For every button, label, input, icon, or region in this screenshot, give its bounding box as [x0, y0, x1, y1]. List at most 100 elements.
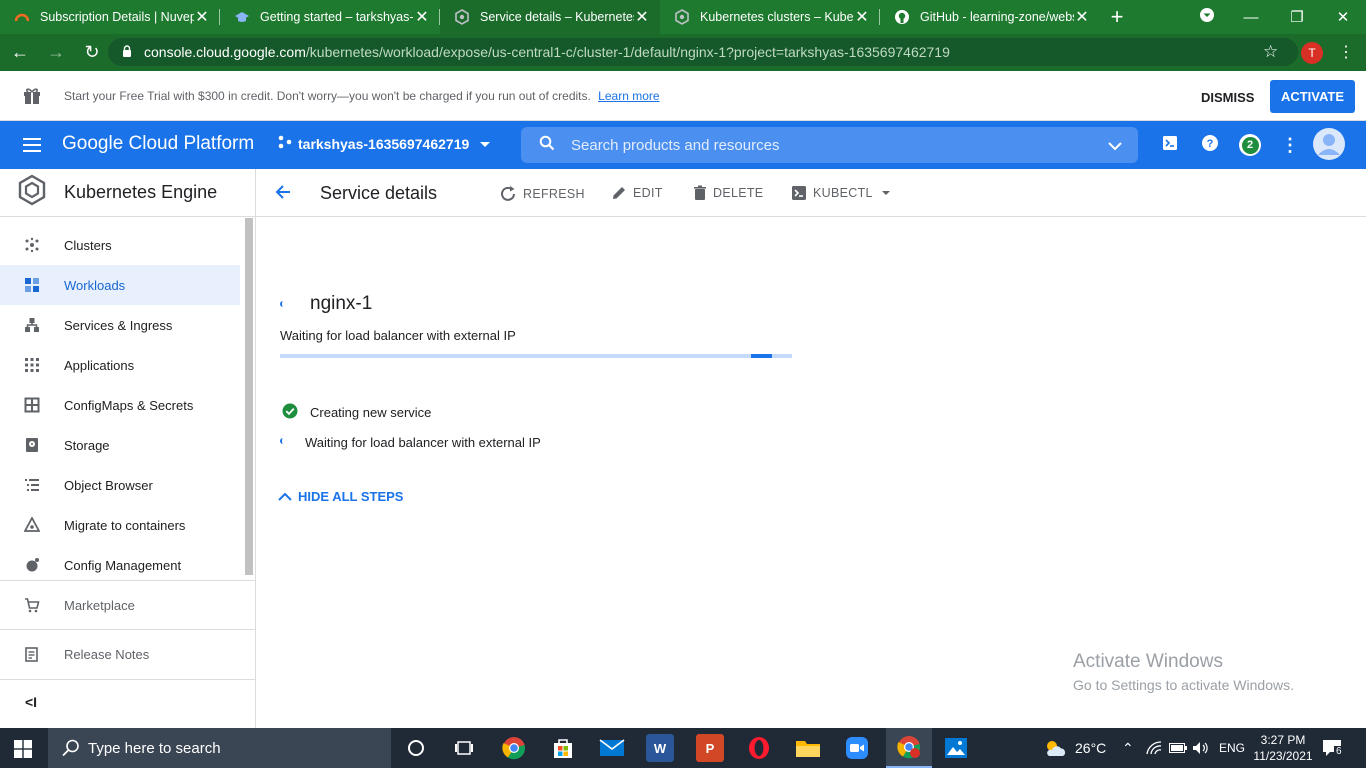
sidebar-item-release-notes[interactable]: Release Notes — [0, 630, 240, 678]
store-bag-icon — [554, 739, 572, 758]
sidebar-item-object-browser[interactable]: Object Browser — [0, 465, 240, 505]
sidebar-item-applications[interactable]: Applications — [0, 345, 240, 385]
start-button[interactable] — [14, 740, 32, 763]
taskbar-powerpoint[interactable]: P — [696, 734, 724, 762]
taskbar-chrome[interactable] — [500, 734, 528, 762]
loading-spinner-icon — [280, 437, 286, 444]
profile-avatar[interactable]: T — [1301, 42, 1323, 64]
gcp-header: Google Cloud Platform tarkshyas-16356974… — [0, 121, 1366, 169]
chevron-down-icon[interactable] — [1108, 139, 1122, 156]
taskbar-opera[interactable] — [745, 734, 773, 762]
gift-icon — [22, 85, 42, 108]
restore-button[interactable]: ❐ — [1274, 0, 1320, 34]
browser-tab[interactable]: Kubernetes clusters – Kubernetes Engine … — [660, 0, 880, 34]
taskbar-chrome-active[interactable] — [886, 728, 932, 768]
notifications-button[interactable]: 2 — [1236, 131, 1264, 159]
sidebar-item-workloads[interactable]: Workloads — [0, 265, 240, 305]
help-button[interactable]: ? — [1196, 131, 1224, 159]
notification-badge: 2 — [1239, 134, 1261, 156]
sidebar-item-storage[interactable]: Storage — [0, 425, 240, 465]
back-arrow-icon[interactable] — [274, 183, 292, 207]
arrow-left-icon: ← — [11, 42, 29, 62]
close-tab-icon[interactable]: ✕ — [634, 7, 650, 27]
taskbar-store[interactable] — [549, 734, 577, 762]
taskbar-mail[interactable] — [598, 734, 626, 762]
battery-button[interactable] — [1169, 728, 1187, 768]
bookmark-star-icon[interactable]: ☆ — [1263, 42, 1278, 62]
activate-button[interactable]: ACTIVATE — [1270, 80, 1355, 113]
taskbar-photos[interactable] — [942, 734, 970, 762]
sidebar-item-services-ingress[interactable]: Services & Ingress — [0, 305, 240, 345]
search-icon — [62, 739, 79, 757]
account-avatar[interactable] — [1312, 127, 1346, 163]
clock[interactable]: 3:27 PM 11/23/2021 — [1252, 728, 1314, 768]
cortana-button[interactable] — [402, 734, 430, 762]
sidebar-item-clusters[interactable]: Clusters — [0, 225, 240, 265]
sidebar-scrollbar[interactable] — [245, 218, 253, 575]
kubectl-button[interactable]: KUBECTL — [791, 185, 891, 201]
taskbar-zoom[interactable] — [843, 734, 871, 762]
tab-title: Subscription Details | Nuvepro — [40, 10, 194, 24]
delete-button[interactable]: DELETE — [693, 185, 763, 201]
applications-icon — [24, 357, 40, 373]
sidebar-item-label: Applications — [64, 357, 135, 373]
more-options-button[interactable]: ⋮ — [1276, 131, 1304, 159]
tray-chevron-up-icon[interactable]: ⌃ — [1122, 728, 1134, 768]
browser-tab[interactable]: GitHub - learning-zone/website ✕ — [880, 0, 1100, 34]
network-button[interactable] — [1146, 728, 1162, 768]
task-view-icon — [455, 741, 473, 755]
edit-button[interactable]: EDIT — [611, 185, 663, 201]
dropdown-arrow-icon — [479, 136, 491, 152]
browser-tab[interactable]: Subscription Details | Nuvepro ✕ — [0, 0, 220, 34]
close-tab-icon[interactable]: ✕ — [194, 7, 210, 27]
object-browser-icon — [24, 477, 40, 493]
taskbar-search[interactable]: Type here to search — [48, 728, 391, 768]
step-label: Creating new service — [310, 405, 432, 420]
chrome-menu-icon[interactable]: ⋮ — [1338, 42, 1354, 62]
dismiss-button[interactable]: DISMISS — [1193, 81, 1262, 113]
sidebar-item-migrate[interactable]: Migrate to containers — [0, 505, 240, 545]
weather-widget[interactable]: 26°C — [1043, 728, 1106, 768]
close-tab-icon[interactable]: ✕ — [854, 7, 870, 27]
minimize-button[interactable]: — — [1228, 0, 1274, 34]
browser-tab[interactable]: Getting started – tarkshyas-163569746271… — [220, 0, 440, 34]
hamburger-menu-icon[interactable] — [22, 135, 42, 160]
collapse-sidebar-icon[interactable]: <I — [25, 694, 37, 710]
activate-windows-watermark: Activate Windows Go to Settings to activ… — [1073, 651, 1294, 693]
reload-button[interactable]: ↻ — [76, 37, 108, 69]
volume-button[interactable] — [1192, 728, 1210, 768]
browser-toolbar: ← → ↻ console.cloud.google.com/kubernete… — [0, 34, 1366, 71]
task-view-button[interactable] — [450, 734, 478, 762]
gcp-brand[interactable]: Google Cloud Platform — [62, 133, 254, 155]
close-tab-icon[interactable]: ✕ — [1074, 7, 1090, 27]
learn-more-link[interactable]: Learn more — [598, 89, 659, 103]
close-window-button[interactable]: ✕ — [1320, 0, 1366, 34]
sidebar-item-configmaps-secrets[interactable]: ConfigMaps & Secrets — [0, 385, 240, 425]
language-indicator[interactable]: ENG — [1219, 728, 1245, 768]
cart-icon — [24, 597, 40, 613]
hide-all-steps-button[interactable]: HIDE ALL STEPS — [278, 489, 403, 504]
taskbar-file-explorer[interactable] — [794, 734, 822, 762]
close-tab-icon[interactable]: ✕ — [414, 7, 430, 27]
clock-time: 3:27 PM — [1260, 733, 1306, 747]
refresh-button[interactable]: REFRESH — [499, 185, 585, 203]
project-selector[interactable]: tarkshyas-1635697462719 — [278, 135, 491, 152]
taskbar-word[interactable]: W — [646, 734, 674, 762]
migrate-icon — [24, 517, 40, 533]
sidebar-item-marketplace[interactable]: Marketplace — [0, 581, 240, 629]
battery-icon — [1169, 743, 1187, 753]
forward-button[interactable]: → — [40, 37, 72, 69]
restore-icon: ❐ — [1290, 9, 1304, 26]
tab-title: Service details – Kubernetes Engine — [480, 10, 634, 24]
wifi-icon — [1146, 741, 1162, 755]
back-button[interactable]: ← — [4, 37, 36, 69]
action-center-button[interactable]: 6 — [1322, 728, 1344, 768]
sidebar-item-config-management[interactable]: Config Management — [0, 545, 240, 585]
dropdown-arrow-icon — [881, 191, 890, 195]
address-bar[interactable]: console.cloud.google.com/kubernetes/work… — [108, 38, 1298, 66]
browser-tab-active[interactable]: Service details – Kubernetes Engine ✕ — [440, 0, 660, 34]
tab-search-button[interactable] — [1184, 0, 1230, 34]
cloud-shell-button[interactable] — [1156, 131, 1184, 159]
search-box[interactable]: Search products and resources — [521, 127, 1138, 163]
new-tab-button[interactable]: + — [1100, 0, 1134, 34]
